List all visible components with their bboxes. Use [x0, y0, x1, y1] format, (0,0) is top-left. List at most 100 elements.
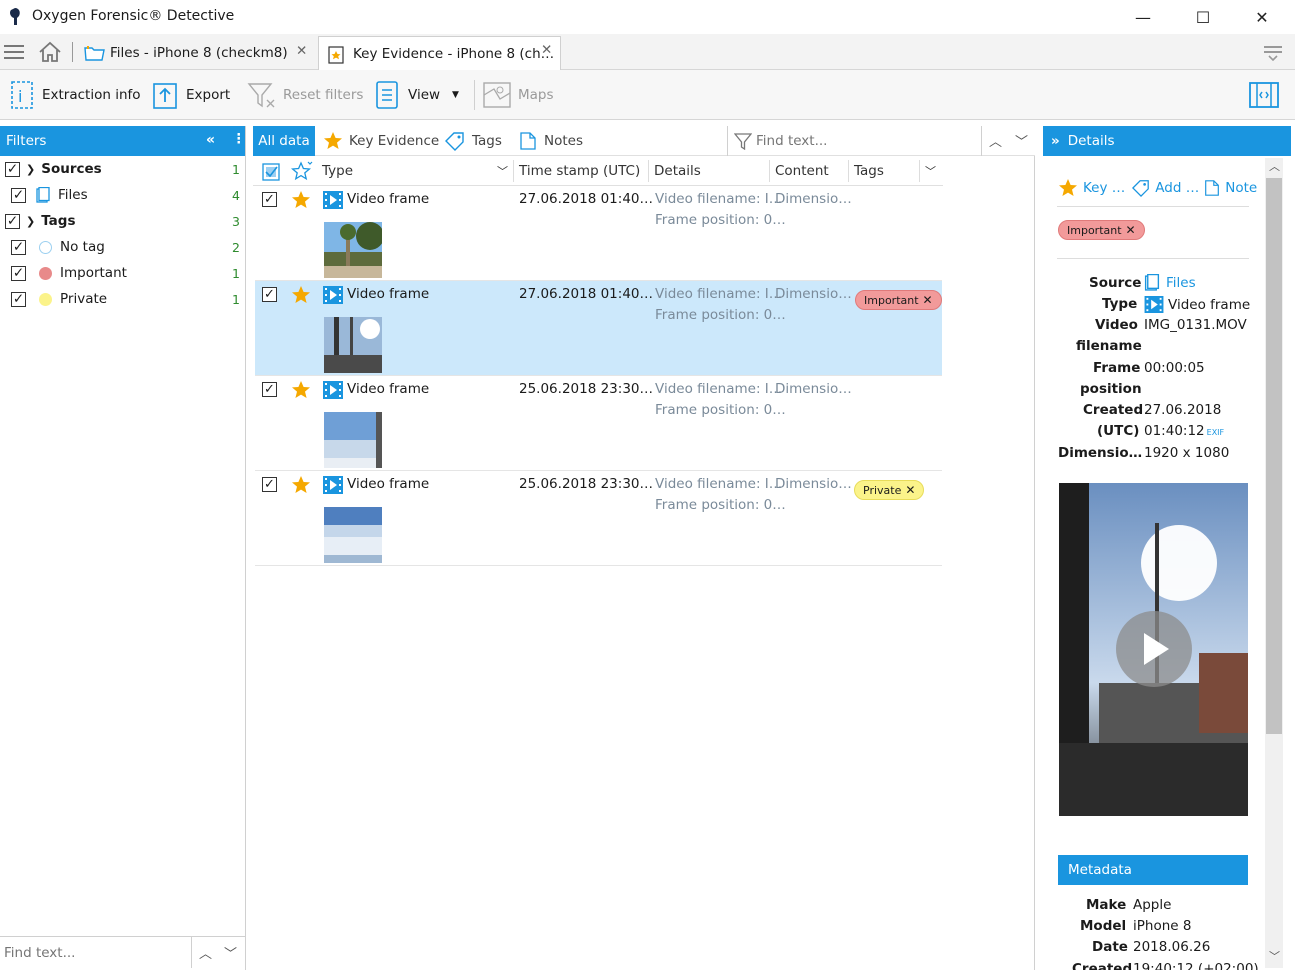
expand-details-icon[interactable]: » [1051, 133, 1060, 149]
video-thumbnail[interactable] [324, 317, 382, 373]
filter-item-files[interactable]: ✓ Files 4 [0, 182, 246, 208]
video-thumbnail[interactable] [324, 412, 382, 468]
find-next-icon[interactable]: ﹀ [224, 943, 237, 962]
row-checkbox[interactable]: ✓ [262, 382, 277, 397]
column-header-row: Type ﹀ Time stamp (UTC) Details Content … [253, 156, 943, 186]
grid-find-input[interactable] [756, 130, 976, 152]
key-evidence-star-icon[interactable] [291, 380, 311, 400]
tag-badge-important[interactable]: Important ✕ [855, 290, 942, 310]
key-evidence-file-icon [328, 45, 344, 64]
scroll-down-icon[interactable]: ﹀ [1269, 948, 1280, 964]
maximize-button[interactable]: ☐ [1180, 4, 1226, 30]
video-frame-icon [323, 381, 343, 399]
tab-notes-filter[interactable]: Notes [518, 126, 583, 156]
note-icon [1205, 180, 1220, 196]
row-checkbox[interactable]: ✓ [262, 477, 277, 492]
scroll-up-icon[interactable]: ︿ [1269, 158, 1280, 174]
table-row[interactable]: ✓ Video frame 27.06.2018 01:40… Video fi… [255, 186, 942, 281]
select-all-checkbox-icon[interactable] [262, 163, 280, 181]
filter-item-tags[interactable]: ✓ ❯ Tags 3 [0, 208, 246, 234]
overflow-menu-icon[interactable] [1264, 43, 1282, 61]
note-icon [520, 132, 536, 150]
extraction-info-button[interactable]: i Extraction info [10, 78, 141, 112]
column-type[interactable]: Type [322, 163, 353, 179]
filter-item-no-tag[interactable]: ✓ No tag 2 [0, 234, 246, 260]
toolbar-divider [474, 80, 475, 110]
grid-find-next-icon[interactable]: ﹀ [1015, 131, 1028, 150]
collapse-panel-icon[interactable]: « [206, 132, 215, 148]
view-dropdown-button[interactable]: View ▼ [374, 78, 459, 112]
export-button[interactable]: Export [152, 78, 230, 112]
column-tags[interactable]: Tags [854, 163, 884, 179]
add-note-action[interactable]: Note [1225, 180, 1257, 196]
key-evidence-star-icon[interactable] [291, 190, 311, 210]
star-icon [1059, 179, 1077, 196]
table-row[interactable]: ✓ Video frame 25.06.2018 23:30… Video fi… [255, 471, 942, 566]
video-frame-icon [323, 286, 343, 304]
key-evidence-star-icon[interactable] [291, 475, 311, 495]
details-scrollbar[interactable]: ︿ ﹀ [1265, 158, 1283, 968]
checkbox-icon[interactable]: ✓ [5, 161, 20, 177]
maps-button[interactable]: Maps [482, 78, 554, 112]
layout-toggle-icon[interactable] [1248, 81, 1280, 109]
remove-tag-icon[interactable]: ✕ [1126, 223, 1136, 237]
table-row[interactable]: ✓ Video frame 25.06.2018 23:30… Video fi… [255, 376, 942, 471]
remove-tag-icon[interactable]: ✕ [905, 483, 915, 497]
filter-item-important[interactable]: ✓ Important 1 [0, 260, 246, 286]
scroll-thumb[interactable] [1266, 178, 1282, 734]
minimize-button[interactable]: — [1120, 4, 1166, 30]
row-checkbox[interactable]: ✓ [262, 287, 277, 302]
grid-find-prev-icon[interactable]: ︿ [989, 131, 1002, 150]
key-evidence-action[interactable]: Key … [1083, 180, 1125, 196]
find-prev-icon[interactable]: ︿ [199, 943, 212, 962]
chevron-down-icon[interactable]: ❯ [26, 163, 35, 176]
filters-find-input[interactable] [0, 937, 192, 968]
star-header-icon[interactable] [291, 160, 313, 182]
filter-item-sources[interactable]: ✓ ❯ Sources 1 [0, 156, 246, 182]
hamburger-menu-icon[interactable] [4, 43, 24, 61]
video-thumbnail[interactable] [324, 222, 382, 278]
window-title: Oxygen Forensic® Detective [32, 8, 235, 24]
checkbox-icon[interactable]: ✓ [11, 187, 26, 203]
svg-text:i: i [18, 87, 22, 106]
metadata-header[interactable]: Metadata [1058, 855, 1248, 885]
details-tag-badge-important[interactable]: Important ✕ [1058, 220, 1145, 240]
reset-filters-button[interactable]: Reset filters [247, 78, 363, 112]
tag-badge-private[interactable]: Private ✕ [854, 480, 925, 500]
chevron-down-icon[interactable]: ❯ [26, 215, 35, 228]
tab-close-icon[interactable]: ✕ [541, 42, 552, 58]
map-icon [483, 82, 511, 108]
view-list-icon [376, 81, 398, 109]
table-row-selected[interactable]: ✓ Video frame 27.06.2018 01:40… Video fi… [255, 281, 942, 376]
checkbox-icon[interactable]: ✓ [11, 265, 26, 281]
checkbox-icon[interactable]: ✓ [11, 291, 26, 307]
add-tag-action[interactable]: Add … [1155, 180, 1199, 196]
tab-close-icon[interactable]: ✕ [296, 43, 307, 59]
filter-item-private[interactable]: ✓ Private 1 [0, 286, 246, 312]
tab-key-evidence[interactable]: Key Evidence - iPhone 8 (ch… ✕ [318, 36, 561, 70]
close-window-button[interactable]: ✕ [1239, 4, 1285, 30]
tab-files[interactable]: Files - iPhone 8 (checkm8) ✕ [78, 36, 316, 70]
tab-key-evidence-filter[interactable]: Key Evidence [323, 126, 439, 156]
column-content[interactable]: Content [775, 163, 829, 179]
checkbox-icon[interactable]: ✓ [11, 239, 26, 255]
private-tag-dot-icon [39, 292, 52, 306]
column-timestamp[interactable]: Time stamp (UTC) [519, 163, 640, 179]
key-evidence-star-icon[interactable] [291, 285, 311, 305]
home-icon[interactable] [38, 41, 62, 63]
row-checkbox[interactable]: ✓ [262, 192, 277, 207]
video-preview[interactable] [1059, 483, 1248, 816]
checkbox-icon[interactable]: ✓ [5, 213, 20, 229]
panel-menu-icon[interactable]: ⋮ [232, 131, 246, 147]
video-thumbnail[interactable] [324, 507, 382, 563]
column-details[interactable]: Details [654, 163, 701, 179]
column-type-sort-icon[interactable]: ﹀ [497, 163, 508, 179]
tab-tags-filter[interactable]: Tags [444, 126, 502, 156]
folder-icon [84, 46, 105, 61]
tab-all-data[interactable]: All data [253, 126, 315, 156]
view-dropdown-arrow-icon: ▼ [452, 90, 459, 100]
column-chooser-icon[interactable]: ﹀ [925, 163, 936, 179]
source-link[interactable]: Files [1144, 274, 1196, 291]
remove-tag-icon[interactable]: ✕ [923, 293, 933, 307]
tag-icon [445, 132, 464, 151]
